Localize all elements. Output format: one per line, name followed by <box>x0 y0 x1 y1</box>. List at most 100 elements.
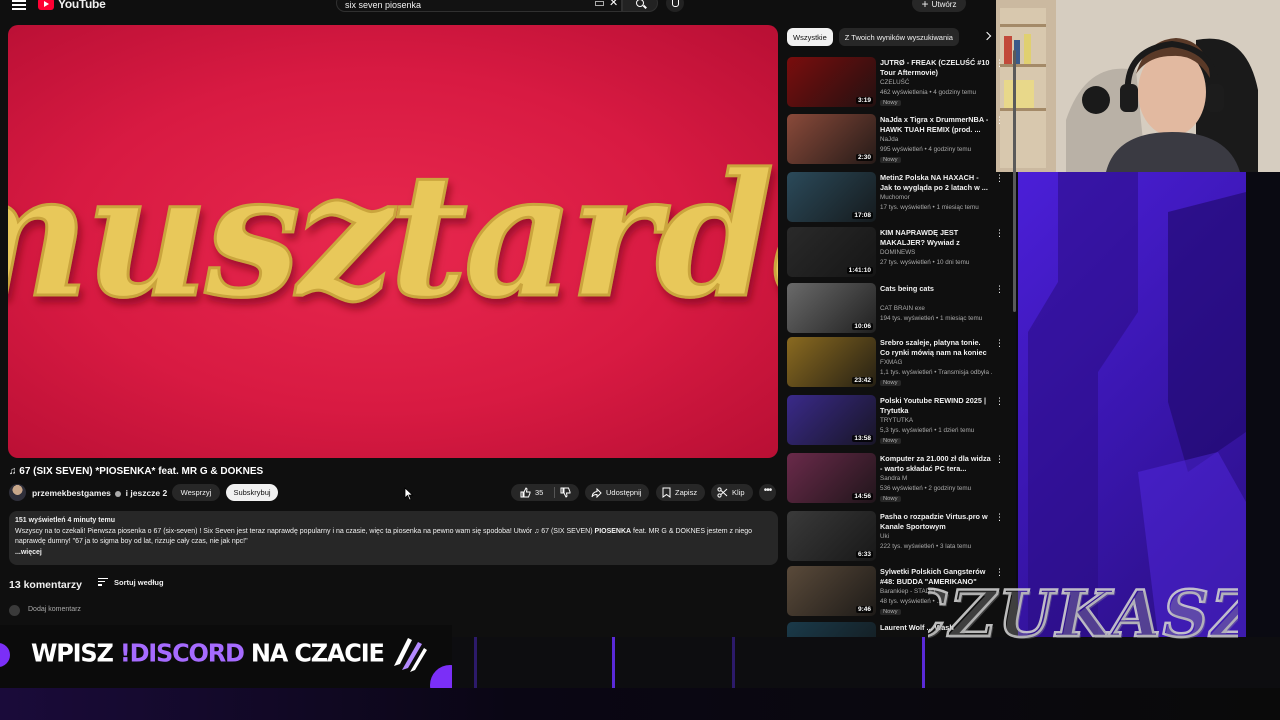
related-video-item[interactable]: 14:56 Komputer za 21.000 zł dla widza - w… <box>787 453 1012 507</box>
related-video-meta: 462 wyświetlenia • 4 godziny temu <box>880 89 977 96</box>
youtube-logo[interactable]: YouTube <box>38 0 106 11</box>
hamburger-menu-icon[interactable] <box>12 0 26 10</box>
search-query: six seven piosenka <box>345 0 422 10</box>
new-badge: Nowy <box>880 380 901 386</box>
search-button[interactable] <box>622 0 658 12</box>
sort-icon <box>98 578 108 588</box>
related-video-thumbnail[interactable]: 3:19 <box>787 57 876 107</box>
verified-icon <box>115 490 122 497</box>
related-video-title[interactable]: Metin2 Polska NA HAXACH - Jak to wygląda… <box>880 173 992 192</box>
video-duration: 17:08 <box>852 212 873 219</box>
related-more-icon[interactable]: ⋮ <box>995 397 1004 406</box>
related-video-thumbnail[interactable]: 23:42 <box>787 337 876 387</box>
related-video-item[interactable]: 17:08 Metin2 Polska NA HAXACH - Jak to wy… <box>787 172 1012 226</box>
thumbnail-art: musztarda <box>8 135 778 338</box>
chips-next-icon[interactable] <box>982 31 992 41</box>
related-video-meta: 194 tys. wyświetleń • 1 miesiąc temu <box>880 315 983 322</box>
clear-search-icon[interactable]: ✕ <box>609 0 618 9</box>
related-video-thumbnail[interactable]: 14:56 <box>787 453 876 503</box>
support-button[interactable]: Wesprzyj <box>172 484 220 501</box>
new-badge: Nowy <box>880 100 901 106</box>
description-more-link[interactable]: ...więcej <box>15 548 772 559</box>
sidebar-scrollbar[interactable] <box>1013 50 1016 312</box>
related-video-item[interactable]: 2:30 NaJda x Tigra x DrummerNBA - HAWK TU… <box>787 114 1012 168</box>
create-button[interactable]: + Utwórz <box>912 0 966 12</box>
related-video-item[interactable]: 3:19 JUTRØ - FREAK (CZELUŚĆ #10 Tour Afte… <box>787 57 1012 111</box>
related-more-icon[interactable]: ⋮ <box>995 455 1004 464</box>
related-video-item[interactable]: 1:41:10 KIM NAPRAWDĘ JEST MAKALJER? Wywia… <box>787 227 1012 281</box>
related-video-item[interactable]: 23:42 Srebro szaleje, platyna tonie. Co r… <box>787 337 1012 391</box>
streamer-signature-logo: CZUKASZ CZUKASZ <box>928 576 1238 654</box>
related-more-icon[interactable]: ⋮ <box>995 116 1004 125</box>
related-video-title[interactable]: Cats being cats <box>880 284 992 294</box>
related-video-thumbnail[interactable]: 2:30 <box>787 114 876 164</box>
related-video-thumbnail[interactable]: 13:58 <box>787 395 876 445</box>
related-more-icon[interactable]: ⋮ <box>995 229 1004 238</box>
related-video-title[interactable]: NaJda x Tigra x DrummerNBA - HAWK TUAH R… <box>880 115 992 134</box>
description-text-bold: PIOSENKA <box>594 527 632 535</box>
keyboard-icon[interactable] <box>595 1 604 6</box>
filter-chips: Wszystkie Z Twoich wyników wyszukiwania <box>787 28 959 46</box>
channel-avatar[interactable] <box>9 484 26 501</box>
related-video-item[interactable]: 10:06 Cats being cats CAT BRAIN exe 194 tys… <box>787 283 1012 337</box>
bottom-strip <box>0 688 1280 720</box>
share-button[interactable]: Udostępnij <box>585 484 650 501</box>
chip-all[interactable]: Wszystkie <box>787 28 833 46</box>
save-button[interactable]: Zapisz <box>656 484 706 501</box>
related-video-title[interactable]: Komputer za 21.000 zł dla widza - warto … <box>880 454 992 473</box>
plus-icon: + <box>921 0 929 11</box>
related-more-icon[interactable]: ⋮ <box>995 285 1004 294</box>
related-video-meta: 17 tys. wyświetleń • 1 miesiąc temu <box>880 204 979 211</box>
related-video-channel: Muchomor <box>880 194 910 201</box>
video-duration: 2:30 <box>855 154 873 161</box>
related-video-channel: DOMINEWS <box>880 249 916 256</box>
description-meta: 151 wyświetleń 4 minuty temu <box>15 517 115 524</box>
related-video-title[interactable]: KIM NAPRAWDĘ JEST MAKALJER? Wywiad z Leg… <box>880 228 992 247</box>
related-video-thumbnail[interactable]: 9:46 <box>787 566 876 616</box>
dislike-icon[interactable] <box>560 487 571 498</box>
channel-extra: i jeszcze 2 <box>125 488 168 498</box>
related-video-item[interactable]: 6:33 Pasha o rozpadzie Virtus.pro w Kanal… <box>787 511 1012 565</box>
related-video-title[interactable]: Polski Youtube REWIND 2025 | Trytutka <box>880 396 992 415</box>
related-video-meta: 5,3 tys. wyświetleń • 1 dzień temu <box>880 427 975 434</box>
related-more-icon[interactable]: ⋮ <box>995 513 1004 522</box>
video-title: ♫ 67 (SIX SEVEN) *PIOSENKA* feat. MR G &… <box>9 466 264 477</box>
description-box[interactable]: 151 wyświetleń 4 minuty temu Wszyscy na … <box>9 511 778 565</box>
chip-from-search[interactable]: Z Twoich wyników wyszukiwania <box>838 28 959 46</box>
related-more-icon[interactable]: ⋮ <box>995 174 1004 183</box>
more-actions-icon[interactable]: ••• <box>759 484 776 501</box>
bookmark-icon <box>662 487 671 498</box>
new-badge: Nowy <box>880 496 901 502</box>
related-video-title[interactable]: JUTRØ - FREAK (CZELUŚĆ #10 Tour Aftermov… <box>880 58 992 77</box>
add-comment-input[interactable]: Dodaj komentarz <box>28 606 81 613</box>
related-video-title[interactable]: Srebro szaleje, platyna tonie. Co rynki … <box>880 338 992 357</box>
discord-logo-icon <box>394 638 427 672</box>
clip-button[interactable]: Klip <box>711 484 753 501</box>
related-video-thumbnail[interactable]: 1:41:10 <box>787 227 876 277</box>
video-player[interactable]: musztarda <box>8 25 778 458</box>
video-duration: 6:33 <box>855 551 873 558</box>
sort-comments-button[interactable]: Sortuj według <box>98 578 164 588</box>
related-video-thumbnail[interactable]: 17:08 <box>787 172 876 222</box>
related-more-icon[interactable]: ⋮ <box>995 59 1004 68</box>
channel-name[interactable]: przemekbestgames i jeszcze 2 <box>32 488 167 498</box>
search-input[interactable]: six seven piosenka ✕ <box>336 0 622 12</box>
like-divider <box>554 487 555 498</box>
save-label: Zapisz <box>675 488 698 497</box>
related-video-channel: TRYTUTKA <box>880 417 914 424</box>
youtube-wordmark: YouTube <box>58 0 106 11</box>
banner-text-part1: WPISZ <box>31 638 120 668</box>
webcam-scene <box>996 0 1280 172</box>
related-more-icon[interactable]: ⋮ <box>995 339 1004 348</box>
share-label: Udostępnij <box>606 488 642 497</box>
video-duration: 13:58 <box>852 435 873 442</box>
search-icon <box>636 0 644 7</box>
like-icon[interactable] <box>520 487 531 498</box>
related-video-channel: FXMAG <box>880 359 903 366</box>
related-video-title[interactable]: Pasha o rozpadzie Virtus.pro w Kanale Sp… <box>880 512 992 531</box>
related-video-item[interactable]: 13:58 Polski Youtube REWIND 2025 | Trytut… <box>787 395 1012 449</box>
related-video-thumbnail[interactable]: 10:06 <box>787 283 876 333</box>
related-video-thumbnail[interactable]: 6:33 <box>787 511 876 561</box>
subscribe-button[interactable]: Subskrybuj <box>226 484 278 501</box>
voice-search-icon[interactable] <box>666 0 684 12</box>
